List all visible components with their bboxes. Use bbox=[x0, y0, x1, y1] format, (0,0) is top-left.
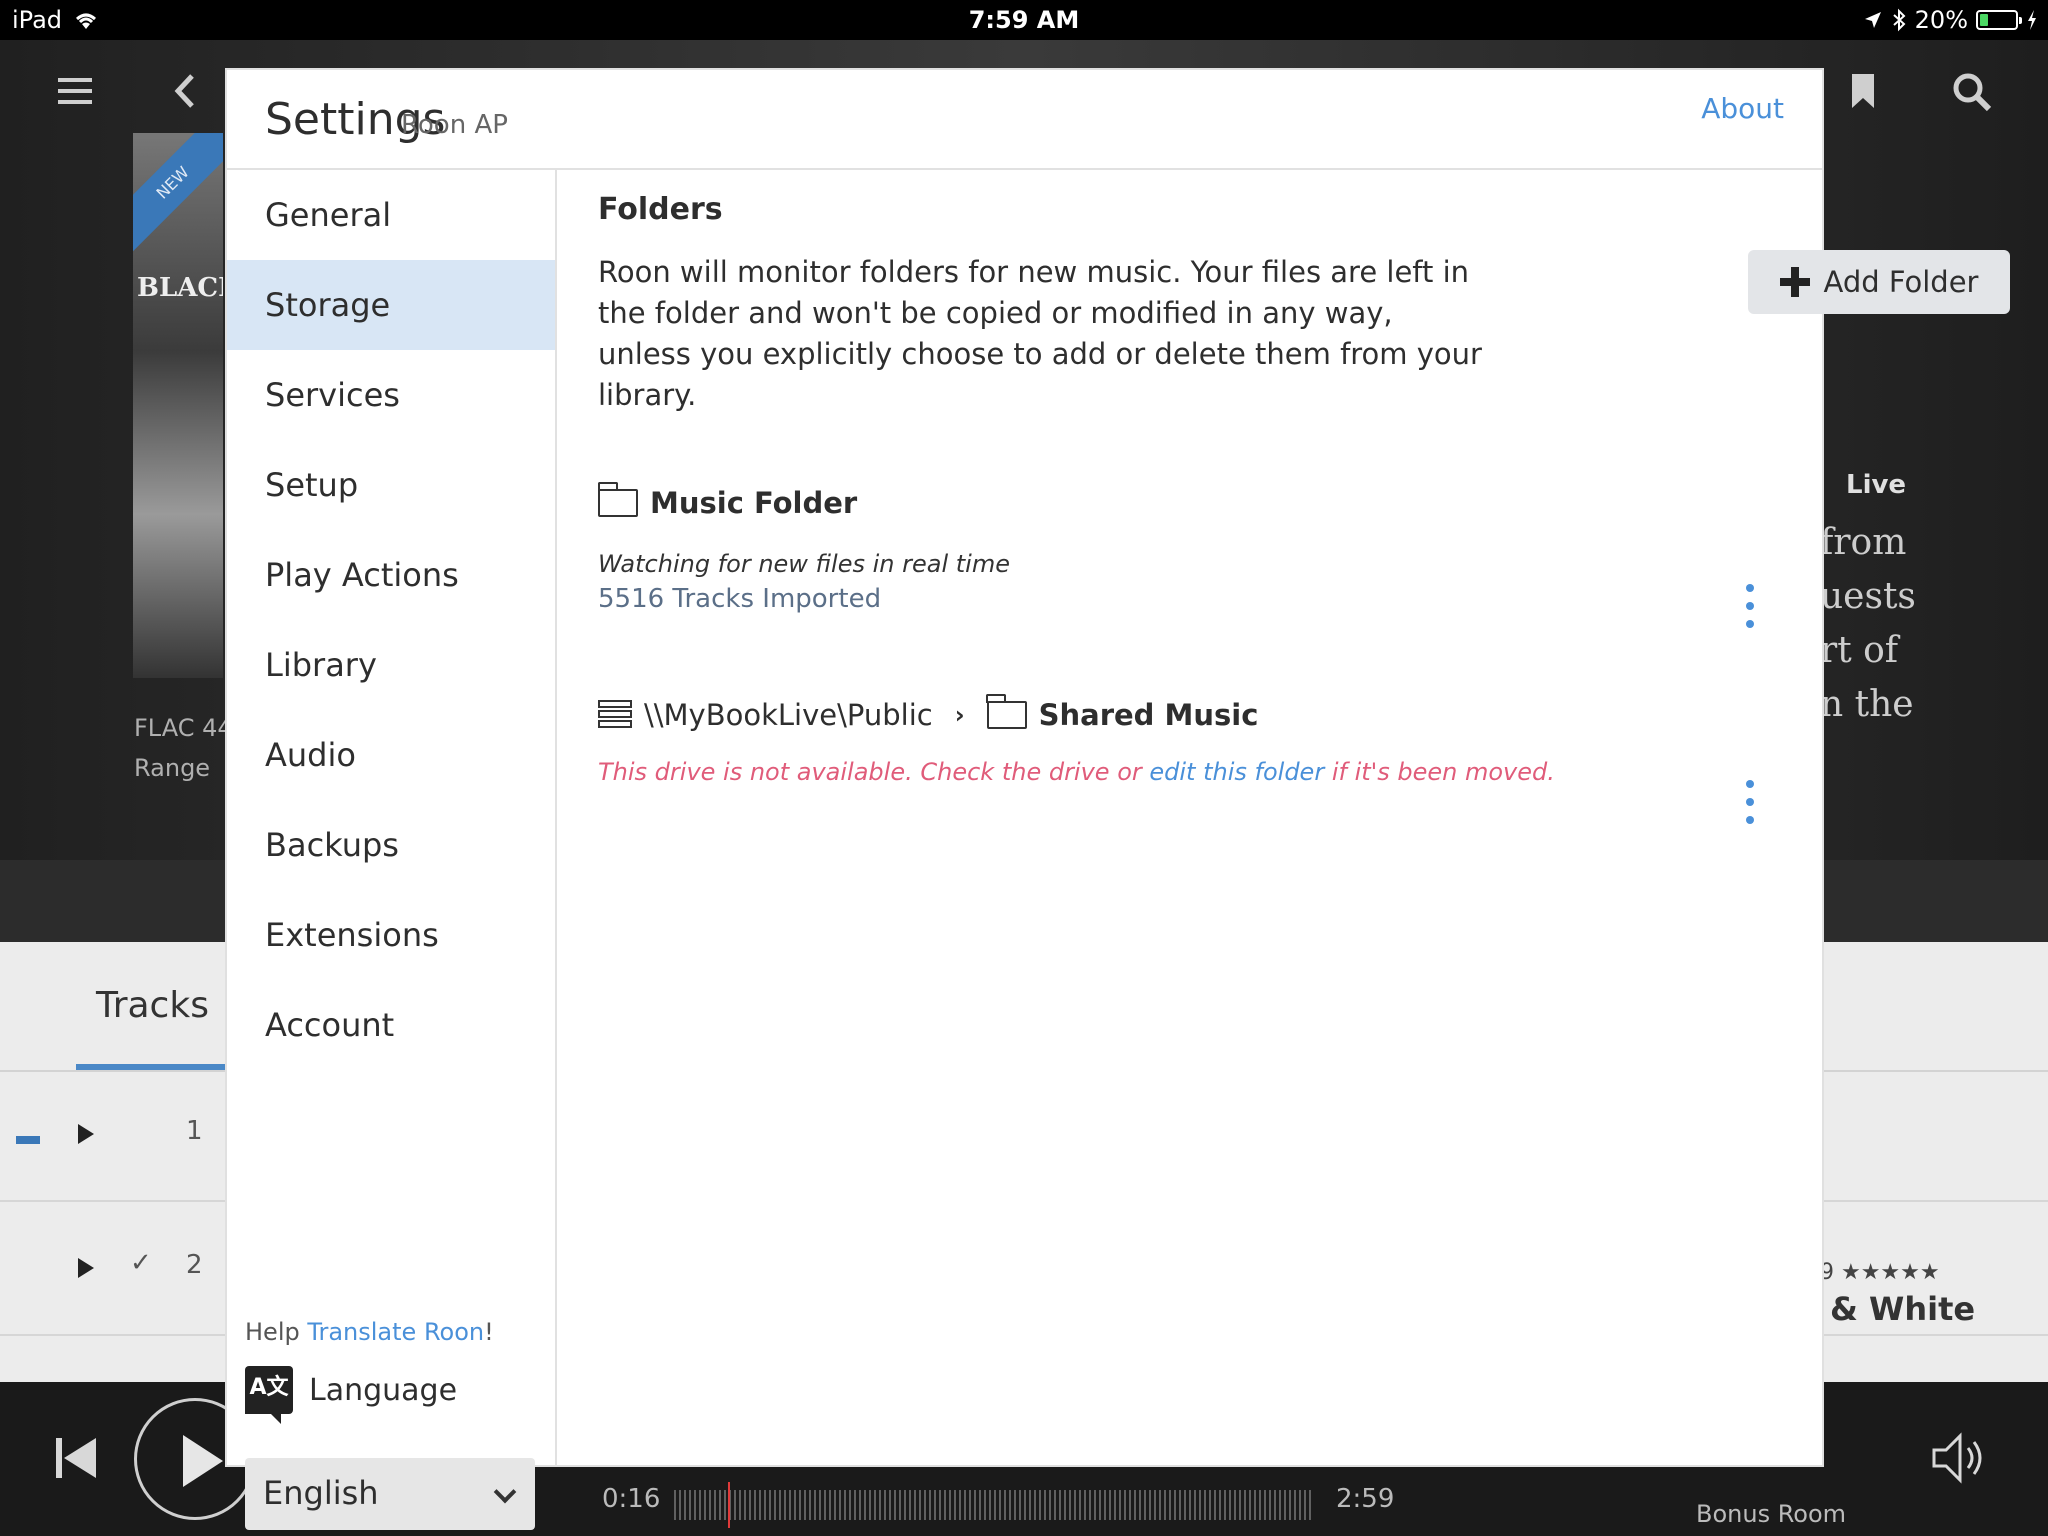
folder-icon bbox=[986, 694, 1027, 729]
settings-sidebar: General Storage Services Setup Play Acti… bbox=[227, 170, 557, 1530]
charging-icon bbox=[2028, 10, 2036, 30]
language-select[interactable]: English bbox=[245, 1458, 535, 1530]
folder-more-icon[interactable] bbox=[1746, 584, 1756, 630]
folders-heading: Folders bbox=[598, 192, 723, 227]
location-icon bbox=[1864, 12, 1881, 28]
folder-item-shared-music[interactable]: \\MyBookLive\Public › Shared Music This … bbox=[598, 694, 1778, 786]
help-translate: Help Translate Roon! bbox=[245, 1318, 494, 1346]
play-track-icon[interactable] bbox=[78, 1124, 94, 1144]
network-drive-icon bbox=[598, 700, 632, 730]
back-icon[interactable] bbox=[172, 72, 196, 110]
rating-stars: 9 ★★★★★ bbox=[1820, 1260, 1940, 1285]
nav-item-audio[interactable]: Audio bbox=[227, 710, 555, 800]
live-label: Live bbox=[1846, 470, 1907, 500]
tab-underline bbox=[76, 1064, 226, 1070]
now-playing-indicator bbox=[16, 1136, 40, 1144]
help-prefix: Help bbox=[245, 1318, 308, 1346]
clock: 7:59 AM bbox=[968, 6, 1080, 34]
add-folder-label: Add Folder bbox=[1823, 265, 1979, 299]
battery-icon bbox=[1976, 10, 2022, 30]
network-path: \\MyBookLive\Public bbox=[644, 698, 933, 732]
drive-unavailable-warning: This drive is not available. Check the d… bbox=[598, 758, 1778, 786]
waveform-seekbar[interactable] bbox=[674, 1490, 1314, 1520]
nav-item-services[interactable]: Services bbox=[227, 350, 555, 440]
status-bar: iPad 7:59 AM 20% bbox=[0, 0, 2048, 40]
review-text-1: from bbox=[1820, 522, 1907, 563]
battery-percent: 20% bbox=[1914, 6, 1968, 34]
folder-more-icon[interactable] bbox=[1746, 780, 1756, 826]
bluetooth-icon bbox=[1892, 8, 1906, 32]
elapsed-time: 0:16 bbox=[602, 1484, 661, 1514]
folder-icon bbox=[597, 482, 638, 517]
folder-watch-status: Watching for new files in real time bbox=[598, 550, 1010, 578]
folder-item-music[interactable]: Music Folder Watching for new files in r… bbox=[597, 482, 1778, 614]
language-row: A文 Language bbox=[245, 1366, 458, 1424]
nav-item-library[interactable]: Library bbox=[227, 620, 555, 710]
previous-icon[interactable] bbox=[56, 1436, 98, 1480]
about-link[interactable]: About bbox=[1701, 92, 1784, 125]
menu-icon[interactable] bbox=[58, 76, 92, 106]
volume-icon[interactable] bbox=[1930, 1428, 1990, 1488]
review-text-4: n the bbox=[1820, 684, 1914, 725]
duration-time: 2:59 bbox=[1336, 1484, 1395, 1514]
track-title-fragment: & White bbox=[1830, 1290, 1976, 1328]
core-name: Roon AP bbox=[401, 110, 508, 140]
chevron-down-icon bbox=[493, 1480, 517, 1504]
settings-dialog: Settings Roon AP About General Storage S… bbox=[225, 68, 2010, 1530]
settings-header: Settings Roon AP About bbox=[227, 70, 1822, 170]
check-icon: ✓ bbox=[130, 1248, 152, 1278]
zone-name[interactable]: Bonus Room bbox=[1696, 1500, 1846, 1528]
review-text-2: uests bbox=[1820, 576, 1916, 617]
warning-suffix: if it's been moved. bbox=[1324, 758, 1555, 786]
help-suffix: ! bbox=[484, 1318, 494, 1346]
storage-panel: Folders Roon will monitor folders for ne… bbox=[558, 170, 2010, 1467]
folder-name: Shared Music bbox=[1038, 698, 1259, 732]
add-folder-button[interactable]: Add Folder bbox=[1748, 250, 2010, 314]
folder-track-count: 5516 Tracks Imported bbox=[598, 584, 882, 614]
folder-name: Music Folder bbox=[650, 486, 858, 520]
nav-item-extensions[interactable]: Extensions bbox=[227, 890, 555, 980]
nav-item-general[interactable]: General bbox=[227, 170, 555, 260]
nav-item-backups[interactable]: Backups bbox=[227, 800, 555, 890]
language-selected: English bbox=[263, 1474, 379, 1512]
play-track-icon[interactable] bbox=[78, 1258, 94, 1278]
range-info: Range bbox=[134, 754, 211, 782]
plus-icon bbox=[1779, 267, 1810, 297]
nav-item-account[interactable]: Account bbox=[227, 980, 555, 1070]
format-info: FLAC 44 bbox=[134, 714, 233, 742]
playhead[interactable] bbox=[728, 1482, 730, 1528]
track-number: 1 bbox=[186, 1116, 203, 1146]
nav-item-storage[interactable]: Storage bbox=[227, 260, 555, 350]
album-art-text: BLACK bbox=[137, 273, 223, 303]
translate-roon-link[interactable]: Translate Roon bbox=[307, 1318, 484, 1346]
language-label: Language bbox=[309, 1372, 458, 1408]
nav-item-play-actions[interactable]: Play Actions bbox=[227, 530, 555, 620]
warning-prefix: This drive is not available. Check the d… bbox=[598, 758, 1150, 786]
review-text-3: rt of bbox=[1820, 630, 1899, 671]
edit-folder-link[interactable]: edit this folder bbox=[1149, 758, 1324, 786]
search-icon[interactable] bbox=[1952, 72, 1992, 112]
nav-item-setup[interactable]: Setup bbox=[227, 440, 555, 530]
tab-tracks[interactable]: Tracks bbox=[96, 985, 209, 1026]
translate-icon: A文 bbox=[245, 1366, 293, 1424]
new-badge: NEW bbox=[133, 133, 223, 254]
chevron-right-icon: › bbox=[954, 701, 965, 729]
folders-description: Roon will monitor folders for new music.… bbox=[598, 255, 1482, 412]
track-number: 2 bbox=[186, 1250, 203, 1280]
bookmark-icon[interactable] bbox=[1850, 72, 1876, 110]
album-art[interactable]: NEW BLACK bbox=[133, 133, 223, 678]
